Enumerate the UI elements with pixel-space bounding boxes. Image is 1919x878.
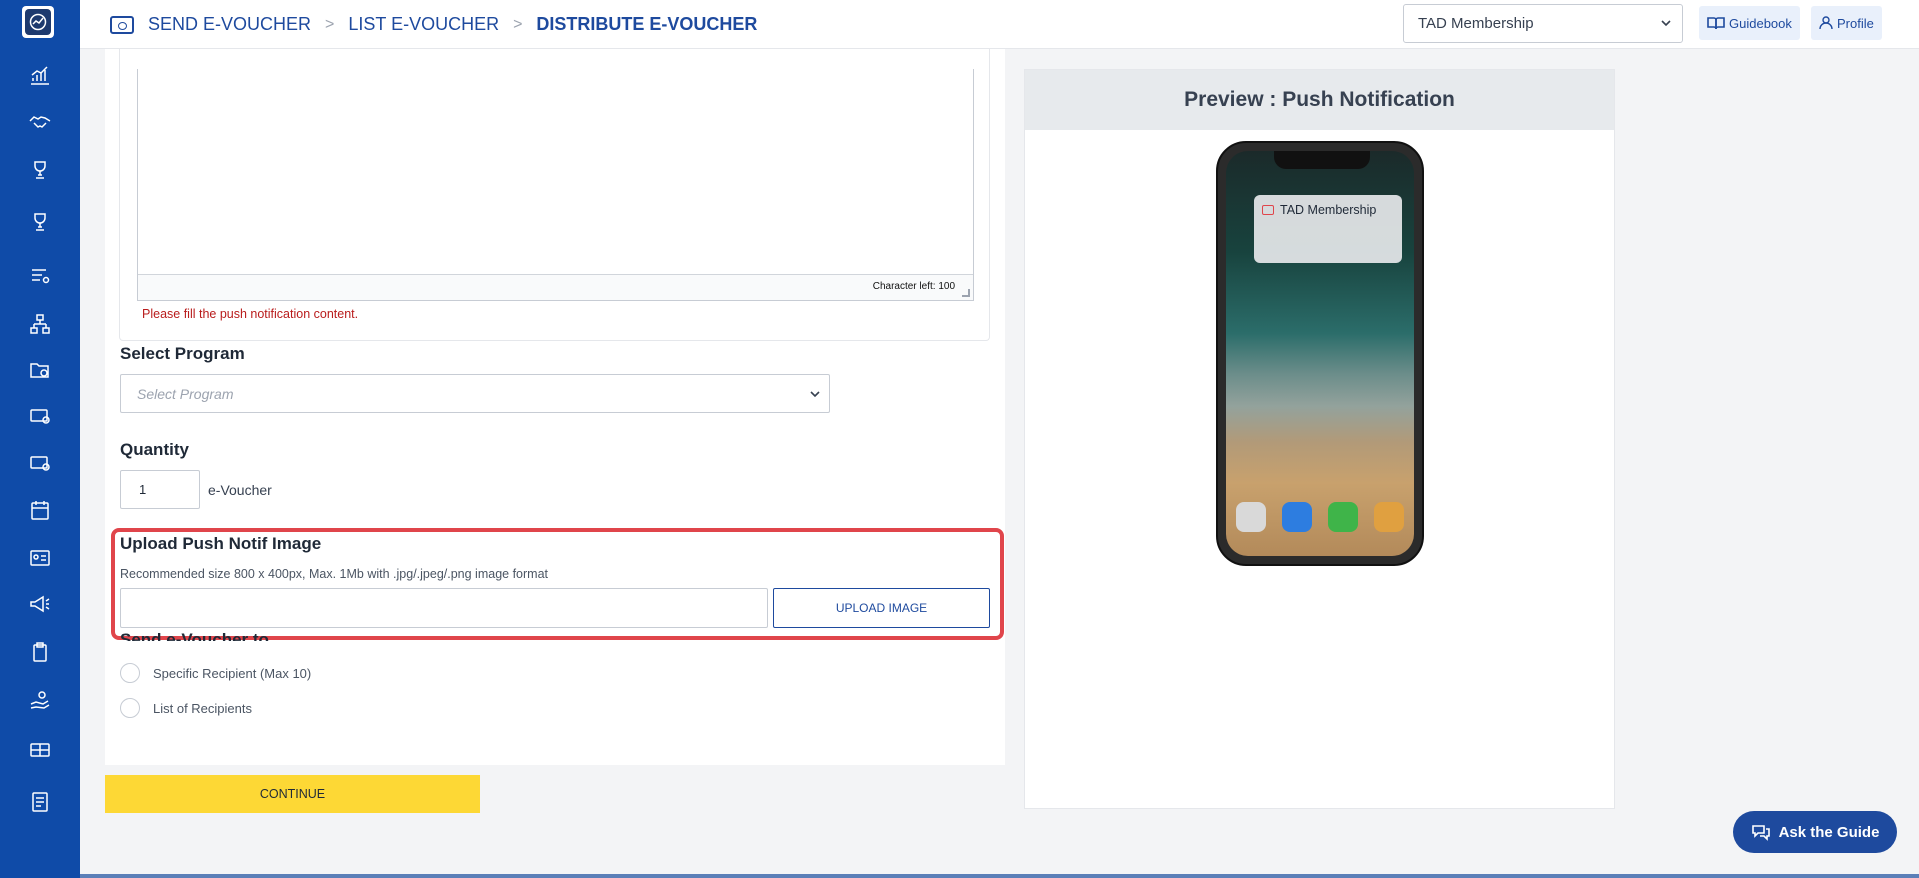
profile-label: Profile — [1837, 15, 1874, 31]
list-settings-icon — [32, 269, 50, 284]
character-left-text: Character left: 100 — [872, 281, 955, 292]
sidebar-item-reports[interactable] — [0, 782, 80, 822]
voucher-clock-icon — [30, 456, 50, 471]
notification-card: TAD Membership — [1254, 195, 1402, 263]
breadcrumb: SEND E-VOUCHER > LIST E-VOUCHER > DISTRI… — [110, 0, 757, 49]
chevron-down-icon — [1661, 20, 1671, 27]
bottom-border — [80, 874, 1919, 878]
voucher-icon — [110, 15, 134, 34]
sidebar-item-rewards[interactable] — [0, 150, 80, 190]
app-icon — [1262, 205, 1274, 215]
preview-title: Preview : Push Notification — [1025, 70, 1614, 130]
chat-icon — [1751, 825, 1770, 841]
document-icon — [32, 792, 48, 812]
sidebar-item-archive[interactable] — [0, 350, 80, 390]
gift-card-icon — [30, 743, 50, 757]
quantity-label: Quantity — [120, 440, 189, 459]
character-counter: Character left: 100 — [138, 274, 973, 300]
upload-image-button[interactable]: UPLOAD IMAGE — [773, 588, 990, 628]
recipient-option-label: List of Recipients — [153, 700, 252, 716]
phone-notch — [1274, 151, 1370, 169]
notification-app-name: TAD Membership — [1280, 203, 1377, 217]
clipboard-icon — [33, 642, 47, 662]
id-card-icon — [30, 550, 50, 566]
sidebar-item-achievements[interactable] — [0, 202, 80, 242]
breadcrumb-separator: > — [513, 15, 523, 33]
phone-dock — [1236, 502, 1404, 542]
sidebar — [0, 0, 80, 878]
app-logo[interactable] — [22, 6, 54, 38]
handshake-icon — [29, 116, 51, 128]
sidebar-item-members[interactable] — [0, 538, 80, 578]
hand-coins-icon — [30, 691, 50, 709]
breadcrumb-list-evoucher[interactable]: LIST E-VOUCHER — [348, 14, 499, 35]
sidebar-item-campaign[interactable] — [0, 584, 80, 624]
push-notification-preview: Preview : Push Notification TAD Membersh… — [1024, 69, 1615, 809]
resize-handle[interactable] — [962, 289, 970, 297]
phone-mockup: TAD Membership — [1216, 141, 1424, 566]
photos-app-icon — [1374, 502, 1404, 532]
breadcrumb-distribute-evoucher: DISTRIBUTE E-VOUCHER — [536, 14, 758, 34]
chevron-down-icon — [810, 391, 820, 398]
chart-icon — [31, 66, 49, 85]
breadcrumb-send-evoucher[interactable]: SEND E-VOUCHER — [148, 14, 311, 35]
quantity-input[interactable]: 1 — [120, 470, 200, 509]
folder-clock-icon — [30, 363, 49, 378]
guidebook-label: Guidebook — [1729, 15, 1792, 31]
user-icon — [1819, 16, 1833, 30]
organization-select-value: TAD Membership — [1418, 15, 1534, 32]
breadcrumb-separator: > — [325, 15, 335, 33]
content-error-message: Please fill the push notification conten… — [142, 307, 359, 321]
organization-select[interactable]: TAD Membership — [1403, 4, 1683, 43]
upload-image-label: Upload Push Notif Image — [120, 534, 322, 553]
sidebar-item-voucher-history[interactable] — [0, 443, 80, 483]
radio-button[interactable] — [120, 663, 140, 683]
recipient-option-specific[interactable]: Specific Recipient (Max 10) — [120, 663, 311, 683]
upload-image-field[interactable] — [120, 588, 768, 628]
sidebar-item-calendar[interactable] — [0, 490, 80, 530]
program-label: Select Program — [120, 344, 245, 363]
voucher-settings-icon — [30, 409, 50, 424]
recipient-option-label: Specific Recipient (Max 10) — [153, 665, 312, 681]
quantity-unit: e-Voucher — [208, 482, 272, 498]
sidebar-item-gift[interactable] — [0, 730, 80, 770]
sidebar-item-structure[interactable] — [0, 304, 80, 344]
push-notification-content-textarea[interactable]: Character left: 100 — [137, 69, 974, 301]
profile-button[interactable]: Profile — [1811, 6, 1882, 40]
calendar-icon — [31, 501, 49, 520]
trophy-alt-icon — [34, 213, 46, 231]
continue-button[interactable]: CONTINUE — [105, 775, 480, 813]
guidebook-button[interactable]: Guidebook — [1699, 6, 1800, 40]
program-select[interactable]: Select Program — [120, 374, 830, 413]
safari-app-icon — [1282, 502, 1312, 532]
program-select-placeholder: Select Program — [137, 386, 234, 402]
topbar: SEND E-VOUCHER > LIST E-VOUCHER > DISTRI… — [80, 0, 1919, 49]
messages-app-icon — [1328, 502, 1358, 532]
sidebar-item-voucher[interactable] — [0, 396, 80, 436]
logo-icon — [29, 13, 47, 31]
radio-button[interactable] — [120, 698, 140, 718]
sidebar-item-list[interactable] — [0, 255, 80, 295]
calendar-app-icon — [1236, 502, 1266, 532]
distribute-form: Character left: 100 Please fill the push… — [105, 49, 1005, 765]
book-icon — [1707, 17, 1725, 30]
recipient-option-list[interactable]: List of Recipients — [120, 698, 252, 718]
sidebar-item-tasks[interactable] — [0, 632, 80, 672]
megaphone-icon — [30, 595, 50, 613]
ask-the-guide-label: Ask the Guide — [1778, 823, 1880, 841]
sidebar-item-partners[interactable] — [0, 102, 80, 142]
phone-screen: TAD Membership — [1226, 151, 1414, 556]
ask-the-guide-button[interactable]: Ask the Guide — [1733, 811, 1897, 853]
sidebar-item-payments[interactable] — [0, 680, 80, 720]
hierarchy-icon — [30, 314, 50, 334]
upload-image-hint: Recommended size 800 x 400px, Max. 1Mb w… — [120, 567, 548, 581]
send-to-label: Send e-Voucher to — [120, 631, 269, 641]
trophy-icon — [34, 161, 46, 179]
sidebar-item-analytics[interactable] — [0, 55, 80, 95]
